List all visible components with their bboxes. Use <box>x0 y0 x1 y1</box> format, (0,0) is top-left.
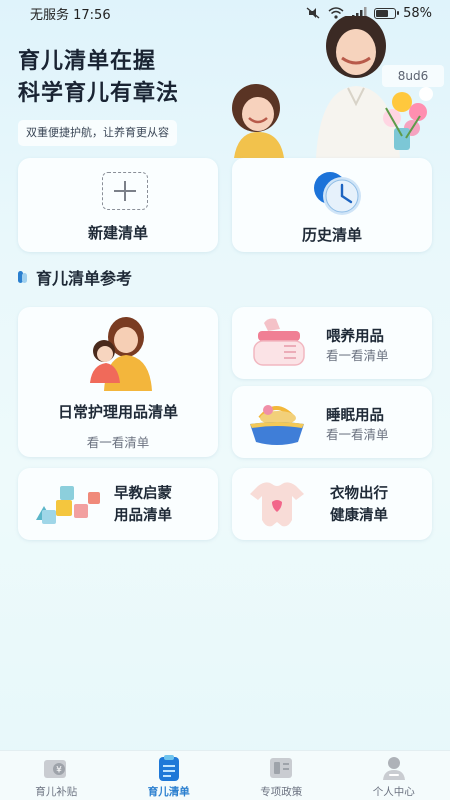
tab-policy[interactable]: 专项政策 <box>225 751 338 800</box>
tab-subsidy-label: 育儿补贴 <box>35 786 78 798</box>
mother-hug-illustration <box>90 317 152 391</box>
hero-subtitle: 双重便捷护航，让养育更从容 <box>18 120 177 146</box>
sleep-action[interactable]: 看一看清单 <box>326 424 389 443</box>
user-icon <box>382 757 405 780</box>
hero-title: 育儿清单在握 科学育儿有章法 <box>18 46 179 110</box>
tab-policy-label: 专项政策 <box>260 786 303 798</box>
history-list-card[interactable]: 历史清单 <box>232 158 432 252</box>
daily-care-card[interactable]: 日常护理用品清单 看一看清单 <box>18 307 218 457</box>
daily-care-title: 日常护理用品清单 <box>57 403 178 421</box>
wallet-yuan-icon: ¥ <box>44 760 67 778</box>
svg-text:¥: ¥ <box>56 766 62 776</box>
feeding-action[interactable]: 看一看清单 <box>326 345 389 364</box>
tab-checklist-label: 育儿清单 <box>147 786 190 798</box>
checklist-icon <box>158 755 179 781</box>
daily-care-action[interactable]: 看一看清单 <box>18 432 218 451</box>
hero-title-line2: 科学育儿有章法 <box>18 81 180 106</box>
clock-icon <box>314 172 361 215</box>
baby-bottle-icon <box>253 318 305 366</box>
tab-profile-label: 个人中心 <box>372 786 415 798</box>
status-carrier-time: 无服务 17:56 <box>30 7 111 23</box>
clothes-outing-title: 衣物出行 健康清单 <box>330 483 388 527</box>
sleep-title: 睡眠用品 <box>326 408 384 424</box>
section-title-text: 育儿清单参考 <box>36 269 133 288</box>
baby-onesie-icon <box>250 482 304 527</box>
bottom-tab-bar: ¥ 育儿补贴 育儿清单 专项政策 个人中心 <box>0 750 450 800</box>
clothes-outing-line1: 衣物出行 <box>330 486 388 502</box>
baby-basket-icon <box>250 405 304 445</box>
policy-book-icon <box>270 758 293 778</box>
section-marker-icon <box>18 271 27 283</box>
mother-child-illustration <box>232 16 433 158</box>
watermark: 8ud6 <box>382 65 444 87</box>
feeding-card[interactable]: 喂养用品 看一看清单 <box>232 307 432 379</box>
toy-blocks-icon <box>36 486 100 524</box>
sleep-card[interactable]: 睡眠用品 看一看清单 <box>232 386 432 458</box>
tab-checklist[interactable]: 育儿清单 <box>113 751 226 800</box>
early-education-line2: 用品清单 <box>114 508 172 524</box>
plus-icon <box>102 172 148 210</box>
hero-title-line1: 育儿清单在握 <box>18 49 157 74</box>
clothes-outing-line2: 健康清单 <box>330 508 388 524</box>
new-list-card[interactable]: 新建清单 <box>18 158 218 252</box>
tab-profile[interactable]: 个人中心 <box>338 751 450 800</box>
early-education-title: 早教启蒙 用品清单 <box>114 483 172 527</box>
new-list-label: 新建清单 <box>87 224 148 242</box>
section-title: 育儿清单参考 <box>18 266 132 288</box>
clothes-outing-card[interactable]: 衣物出行 健康清单 <box>232 468 432 540</box>
history-list-label: 历史清单 <box>301 226 362 244</box>
early-education-line1: 早教启蒙 <box>114 486 172 502</box>
feeding-title: 喂养用品 <box>326 329 384 345</box>
tab-subsidy[interactable]: ¥ 育儿补贴 <box>0 751 113 800</box>
early-education-card[interactable]: 早教启蒙 用品清单 <box>18 468 218 540</box>
